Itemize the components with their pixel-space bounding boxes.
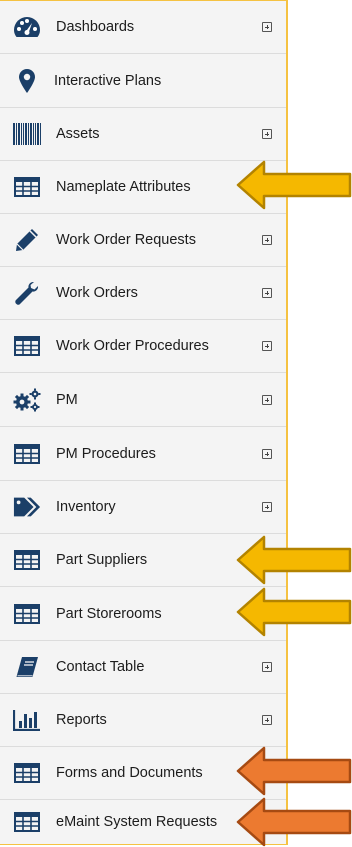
menu-item-reports[interactable]: Reports (0, 694, 286, 747)
book-icon (13, 655, 41, 679)
pencil-icon (13, 228, 41, 252)
menu-item-pm-procedures[interactable]: PM Procedures (0, 428, 286, 481)
menu-item-label: PM (56, 392, 78, 408)
menu-item-dashboards[interactable]: Dashboards (0, 1, 286, 54)
dashboard-icon (13, 15, 41, 39)
menu-item-label: Dashboards (56, 19, 135, 35)
barcode-icon (13, 122, 41, 146)
expand-icon[interactable] (262, 235, 272, 245)
menu-item-work-order-requests[interactable]: Work Order Requests (0, 214, 286, 267)
expand-icon[interactable] (262, 129, 272, 139)
expand-icon[interactable] (262, 395, 272, 405)
table-icon (13, 442, 41, 466)
table-icon (13, 810, 41, 834)
callout-arrow-yellow-icon (236, 535, 352, 585)
menu-item-label: Reports (56, 712, 107, 728)
menu-item-label: Work Order Procedures (56, 338, 209, 354)
menu-item-inventory[interactable]: Inventory (0, 481, 286, 534)
menu-item-work-orders[interactable]: Work Orders (0, 267, 286, 320)
screen: Dashboards Interactive Plans Assets Name… (0, 0, 352, 847)
table-icon (13, 175, 41, 199)
menu-item-pm[interactable]: PM (0, 374, 286, 427)
menu-item-label: Work Order Requests (56, 232, 196, 248)
menu-item-label: PM Procedures (56, 446, 156, 462)
menu-item-label: Forms and Documents (56, 765, 203, 781)
callout-arrow-yellow-icon (236, 587, 352, 637)
sidebar-menu: Dashboards Interactive Plans Assets Name… (0, 0, 288, 845)
callout-arrow-orange-icon (236, 797, 352, 847)
menu-item-label: Part Storerooms (56, 606, 162, 622)
menu-item-label: Interactive Plans (54, 73, 162, 89)
menu-item-label: Assets (56, 126, 100, 142)
expand-icon[interactable] (262, 662, 272, 672)
menu-item-interactive-plans[interactable]: Interactive Plans (0, 55, 286, 108)
tag-icon (13, 495, 41, 519)
table-icon (13, 761, 41, 785)
menu-item-label: Work Orders (56, 285, 138, 301)
menu-item-contact-table[interactable]: Contact Table (0, 641, 286, 694)
expand-icon[interactable] (262, 341, 272, 351)
menu-item-label: Nameplate Attributes (56, 179, 191, 195)
gears-icon (13, 388, 41, 412)
expand-icon[interactable] (262, 288, 272, 298)
callout-arrow-orange-icon (236, 746, 352, 796)
callout-arrow-yellow-icon (236, 160, 352, 210)
menu-item-label: eMaint System Requests (56, 814, 218, 830)
map-pin-icon (13, 69, 41, 93)
bar-chart-icon (13, 708, 41, 732)
table-icon (13, 334, 41, 358)
expand-icon[interactable] (262, 22, 272, 32)
expand-icon[interactable] (262, 502, 272, 512)
table-icon (13, 602, 41, 626)
menu-item-label: Contact Table (56, 659, 145, 675)
menu-item-label: Part Suppliers (56, 552, 148, 568)
wrench-icon (13, 281, 41, 305)
menu-item-assets[interactable]: Assets (0, 108, 286, 161)
menu-item-label: Inventory (56, 499, 116, 515)
expand-icon[interactable] (262, 715, 272, 725)
table-icon (13, 548, 41, 572)
expand-icon[interactable] (262, 449, 272, 459)
menu-item-work-order-procedures[interactable]: Work Order Procedures (0, 320, 286, 373)
